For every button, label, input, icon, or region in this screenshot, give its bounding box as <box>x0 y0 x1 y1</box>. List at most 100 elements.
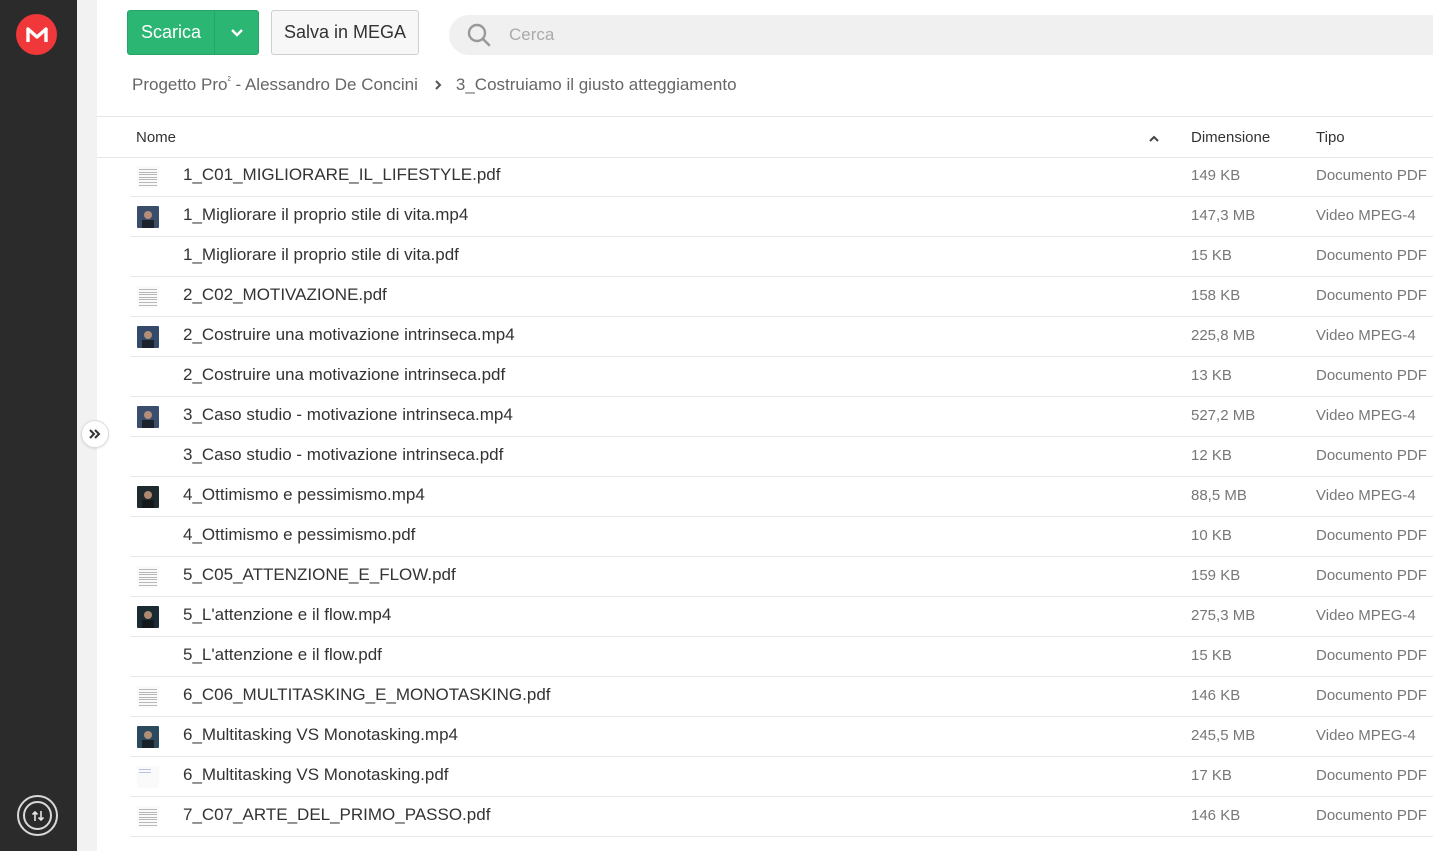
file-type: Documento PDF <box>1316 447 1427 464</box>
double-chevron-right-icon <box>89 429 101 439</box>
table-row[interactable]: 4_Ottimismo e pessimismo.mp4 88,5 MB Video… <box>130 477 1433 517</box>
file-name[interactable]: 1_Migliorare il proprio stile di vita.mp… <box>183 205 468 225</box>
file-name[interactable]: 7_C07_ARTE_DEL_PRIMO_PASSO.pdf <box>183 805 490 825</box>
file-size: 13 KB <box>1191 367 1232 384</box>
file-type: Video MPEG-4 <box>1316 207 1416 224</box>
table-row[interactable]: 5_L'attenzione e il flow.pdf 15 KB Documen… <box>130 637 1433 677</box>
file-type: Video MPEG-4 <box>1316 607 1416 624</box>
pdf-thumbnail <box>137 526 159 548</box>
file-size: 146 KB <box>1191 687 1241 704</box>
table-row[interactable]: 4_Ottimismo e pessimismo.pdf 10 KB Documen… <box>130 517 1433 557</box>
download-dropdown-toggle[interactable] <box>215 11 258 54</box>
file-name[interactable]: 4_Ottimismo e pessimismo.pdf <box>183 525 415 545</box>
pdf-thumbnail <box>137 566 159 588</box>
chevron-down-icon <box>230 29 243 37</box>
breadcrumb-root[interactable]: Progetto Pro² - Alessandro De Concini <box>132 75 418 95</box>
table-row[interactable]: 5_C05_ATTENZIONE_E_FLOW.pdf 159 KB Documen… <box>130 557 1433 597</box>
video-thumbnail <box>137 486 159 508</box>
file-list: 1_C01_MIGLIORARE_IL_LIFESTYLE.pdf 149 KB D… <box>130 157 1433 837</box>
file-name[interactable]: 2_C02_MOTIVAZIONE.pdf <box>183 285 387 305</box>
breadcrumb-separator-icon <box>434 79 442 91</box>
mega-file-browser: Scarica Salva in MEGA Progetto Pro² - Al… <box>0 0 1433 851</box>
column-header-size[interactable]: Dimensione <box>1191 129 1270 146</box>
transfer-manager-icon[interactable] <box>17 795 58 836</box>
file-name[interactable]: 4_Ottimismo e pessimismo.mp4 <box>183 485 425 505</box>
save-to-mega-button[interactable]: Salva in MEGA <box>271 10 419 55</box>
pdf-thumbnail <box>137 646 159 668</box>
video-thumbnail <box>137 726 159 748</box>
expand-sidebar-button[interactable] <box>81 420 109 448</box>
video-thumbnail <box>137 606 159 628</box>
table-row[interactable]: 6_C06_MULTITASKING_E_MONOTASKING.pdf 146 … <box>130 677 1433 717</box>
sort-ascending-icon[interactable] <box>1148 130 1160 147</box>
pdf-thumbnail <box>137 806 159 828</box>
file-name[interactable]: 6_C06_MULTITASKING_E_MONOTASKING.pdf <box>183 685 551 705</box>
file-type: Video MPEG-4 <box>1316 487 1416 504</box>
table-row[interactable]: 2_Costruire una motivazione intrinseca.m… <box>130 317 1433 357</box>
file-size: 146 KB <box>1191 807 1241 824</box>
table-row[interactable]: 1_Migliorare il proprio stile di vita.pd… <box>130 237 1433 277</box>
file-type: Video MPEG-4 <box>1316 327 1416 344</box>
table-row[interactable]: 6_Multitasking VS Monotasking.pdf 17 KB Do… <box>130 757 1433 797</box>
search-bar[interactable] <box>449 15 1433 55</box>
pdf-thumbnail <box>137 766 159 788</box>
file-type: Documento PDF <box>1316 167 1427 184</box>
file-type: Documento PDF <box>1316 567 1427 584</box>
file-name[interactable]: 6_Multitasking VS Monotasking.mp4 <box>183 725 458 745</box>
file-name[interactable]: 3_Caso studio - motivazione intrinseca.m… <box>183 405 513 425</box>
file-name[interactable]: 3_Caso studio - motivazione intrinseca.p… <box>183 445 503 465</box>
file-size: 88,5 MB <box>1191 487 1247 504</box>
file-size: 149 KB <box>1191 167 1241 184</box>
file-size: 245,5 MB <box>1191 727 1256 744</box>
breadcrumb: Progetto Pro² - Alessandro De Concini 3_… <box>132 72 737 98</box>
file-type: Video MPEG-4 <box>1316 407 1416 424</box>
file-type: Documento PDF <box>1316 367 1427 384</box>
column-header-name[interactable]: Nome <box>136 129 176 146</box>
file-size: 12 KB <box>1191 447 1232 464</box>
file-name[interactable]: 1_Migliorare il proprio stile di vita.pd… <box>183 245 459 265</box>
table-row[interactable]: 3_Caso studio - motivazione intrinseca.p… <box>130 437 1433 477</box>
pdf-thumbnail <box>137 366 159 388</box>
table-header: Nome Dimensione Tipo <box>97 116 1433 158</box>
table-row[interactable]: 2_Costruire una motivazione intrinseca.p… <box>130 357 1433 397</box>
download-button-label[interactable]: Scarica <box>128 11 215 54</box>
table-row[interactable]: 7_C07_ARTE_DEL_PRIMO_PASSO.pdf 146 KB Docu… <box>130 797 1433 837</box>
file-size: 10 KB <box>1191 527 1232 544</box>
file-type: Documento PDF <box>1316 247 1427 264</box>
file-type: Documento PDF <box>1316 687 1427 704</box>
table-row[interactable]: 3_Caso studio - motivazione intrinseca.m… <box>130 397 1433 437</box>
file-type: Video MPEG-4 <box>1316 727 1416 744</box>
file-name[interactable]: 2_Costruire una motivazione intrinseca.m… <box>183 325 515 345</box>
file-size: 158 KB <box>1191 287 1241 304</box>
pdf-thumbnail <box>137 286 159 308</box>
file-name[interactable]: 6_Multitasking VS Monotasking.pdf <box>183 765 449 785</box>
mega-logo-icon[interactable] <box>16 14 57 55</box>
file-type: Documento PDF <box>1316 287 1427 304</box>
table-row[interactable]: 2_C02_MOTIVAZIONE.pdf 158 KB Documento PDF <box>130 277 1433 317</box>
file-size: 527,2 MB <box>1191 407 1256 424</box>
file-type: Documento PDF <box>1316 807 1427 824</box>
search-input[interactable] <box>509 25 1309 45</box>
video-thumbnail <box>137 406 159 428</box>
download-button[interactable]: Scarica <box>127 10 259 55</box>
file-size: 15 KB <box>1191 247 1232 264</box>
column-header-type[interactable]: Tipo <box>1316 129 1345 146</box>
file-type: Documento PDF <box>1316 767 1427 784</box>
file-size: 159 KB <box>1191 567 1241 584</box>
file-size: 17 KB <box>1191 767 1232 784</box>
table-row[interactable]: 1_C01_MIGLIORARE_IL_LIFESTYLE.pdf 149 KB D… <box>130 157 1433 197</box>
video-thumbnail <box>137 206 159 228</box>
file-name[interactable]: 2_Costruire una motivazione intrinseca.p… <box>183 365 505 385</box>
file-type: Documento PDF <box>1316 647 1427 664</box>
file-name[interactable]: 5_C05_ATTENZIONE_E_FLOW.pdf <box>183 565 456 585</box>
pdf-thumbnail <box>137 686 159 708</box>
file-name[interactable]: 1_C01_MIGLIORARE_IL_LIFESTYLE.pdf <box>183 165 501 185</box>
table-row[interactable]: 5_L'attenzione e il flow.mp4 275,3 MB Vide… <box>130 597 1433 637</box>
file-name[interactable]: 5_L'attenzione e il flow.mp4 <box>183 605 391 625</box>
table-row[interactable]: 6_Multitasking VS Monotasking.mp4 245,5 M… <box>130 717 1433 757</box>
breadcrumb-current[interactable]: 3_Costruiamo il giusto atteggiamento <box>456 75 737 95</box>
table-row[interactable]: 1_Migliorare il proprio stile di vita.mp… <box>130 197 1433 237</box>
pdf-thumbnail <box>137 446 159 468</box>
file-size: 15 KB <box>1191 647 1232 664</box>
file-name[interactable]: 5_L'attenzione e il flow.pdf <box>183 645 382 665</box>
